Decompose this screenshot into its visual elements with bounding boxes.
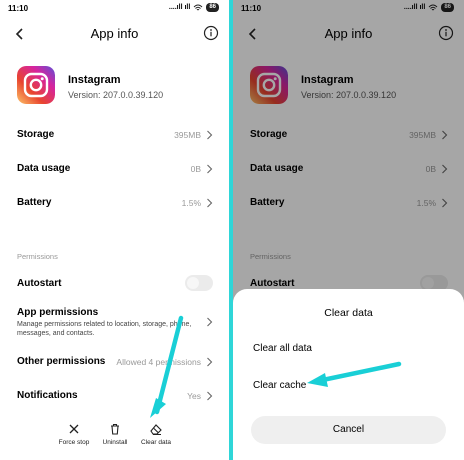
uninstall-button[interactable]: Uninstall bbox=[98, 422, 132, 446]
data-usage-row[interactable]: Data usage 0B bbox=[17, 159, 213, 179]
clear-data-button[interactable]: Clear data bbox=[138, 422, 174, 446]
force-stop-label: Force stop bbox=[58, 439, 90, 446]
other-permissions-value: Allowed 4 permissions bbox=[116, 357, 201, 367]
autostart-label: Autostart bbox=[17, 278, 62, 289]
info-icon[interactable] bbox=[203, 25, 219, 41]
notifications-row[interactable]: Notifications Yes bbox=[17, 386, 213, 406]
permissions-section-title: Permissions bbox=[17, 252, 58, 261]
chevron-right-icon bbox=[207, 130, 213, 140]
data-usage-label: Data usage bbox=[17, 163, 71, 174]
signal-indicator: ....ıll ıll bbox=[168, 4, 191, 11]
storage-row[interactable]: Storage 395MB bbox=[17, 125, 213, 145]
storage-label: Storage bbox=[17, 129, 55, 140]
data-usage-value: 0B bbox=[190, 164, 201, 174]
app-info-screen-with-dialog: 11:10 ....ıll ıll 86 App info Instagram … bbox=[233, 0, 464, 460]
dialog-title: Clear data bbox=[324, 307, 373, 319]
chevron-right-icon bbox=[207, 357, 213, 367]
trash-icon bbox=[111, 423, 119, 435]
battery-row[interactable]: Battery 1.5% bbox=[17, 193, 213, 213]
bottom-action-bar: Force stop Uninstall Clear data bbox=[0, 418, 229, 460]
status-icons: ....ıll ıll 86 bbox=[169, 3, 219, 12]
clear-all-data-option[interactable]: Clear all data bbox=[253, 343, 312, 354]
eraser-icon bbox=[150, 424, 162, 435]
notifications-label: Notifications bbox=[17, 390, 78, 401]
autostart-row[interactable]: Autostart bbox=[17, 274, 213, 294]
cancel-button[interactable]: Cancel bbox=[251, 416, 446, 444]
status-time: 11:10 bbox=[8, 4, 29, 13]
app-version: Version: 207.0.0.39.120 bbox=[68, 90, 164, 100]
close-icon bbox=[69, 424, 79, 434]
toggle-knob bbox=[187, 277, 199, 289]
force-stop-button[interactable]: Force stop bbox=[56, 422, 92, 446]
battery-label: Battery bbox=[17, 197, 52, 208]
battery-icon: 86 bbox=[206, 3, 219, 12]
other-permissions-row[interactable]: Other permissions Allowed 4 permissions bbox=[17, 352, 213, 372]
autostart-toggle[interactable] bbox=[185, 275, 213, 291]
clear-data-label: Clear data bbox=[141, 439, 171, 446]
app-permissions-description: Manage permissions related to location, … bbox=[17, 321, 192, 337]
app-info-screen: 11:10 ....ıll ıll 86 App info Instagram … bbox=[0, 0, 229, 460]
chevron-right-icon bbox=[207, 391, 213, 401]
clear-data-dialog: Clear data Clear all data Clear cache Ca… bbox=[233, 289, 464, 460]
page-title: App info bbox=[90, 26, 139, 41]
notifications-value: Yes bbox=[187, 391, 201, 401]
storage-value: 395MB bbox=[174, 130, 201, 140]
wifi-icon bbox=[193, 4, 203, 10]
app-name: Instagram bbox=[68, 74, 121, 86]
app-permissions-label: App permissions bbox=[17, 307, 99, 318]
uninstall-label: Uninstall bbox=[102, 439, 128, 446]
clear-cache-option[interactable]: Clear cache bbox=[253, 380, 306, 391]
instagram-logo-icon bbox=[17, 66, 55, 104]
battery-value: 1.5% bbox=[181, 198, 201, 208]
app-bar: App info bbox=[0, 22, 229, 46]
status-bar: 11:10 ....ıll ıll 86 bbox=[0, 0, 229, 16]
chevron-right-icon bbox=[207, 164, 213, 174]
other-permissions-label: Other permissions bbox=[17, 356, 106, 367]
chevron-right-icon bbox=[207, 198, 213, 208]
chevron-right-icon bbox=[207, 317, 213, 327]
